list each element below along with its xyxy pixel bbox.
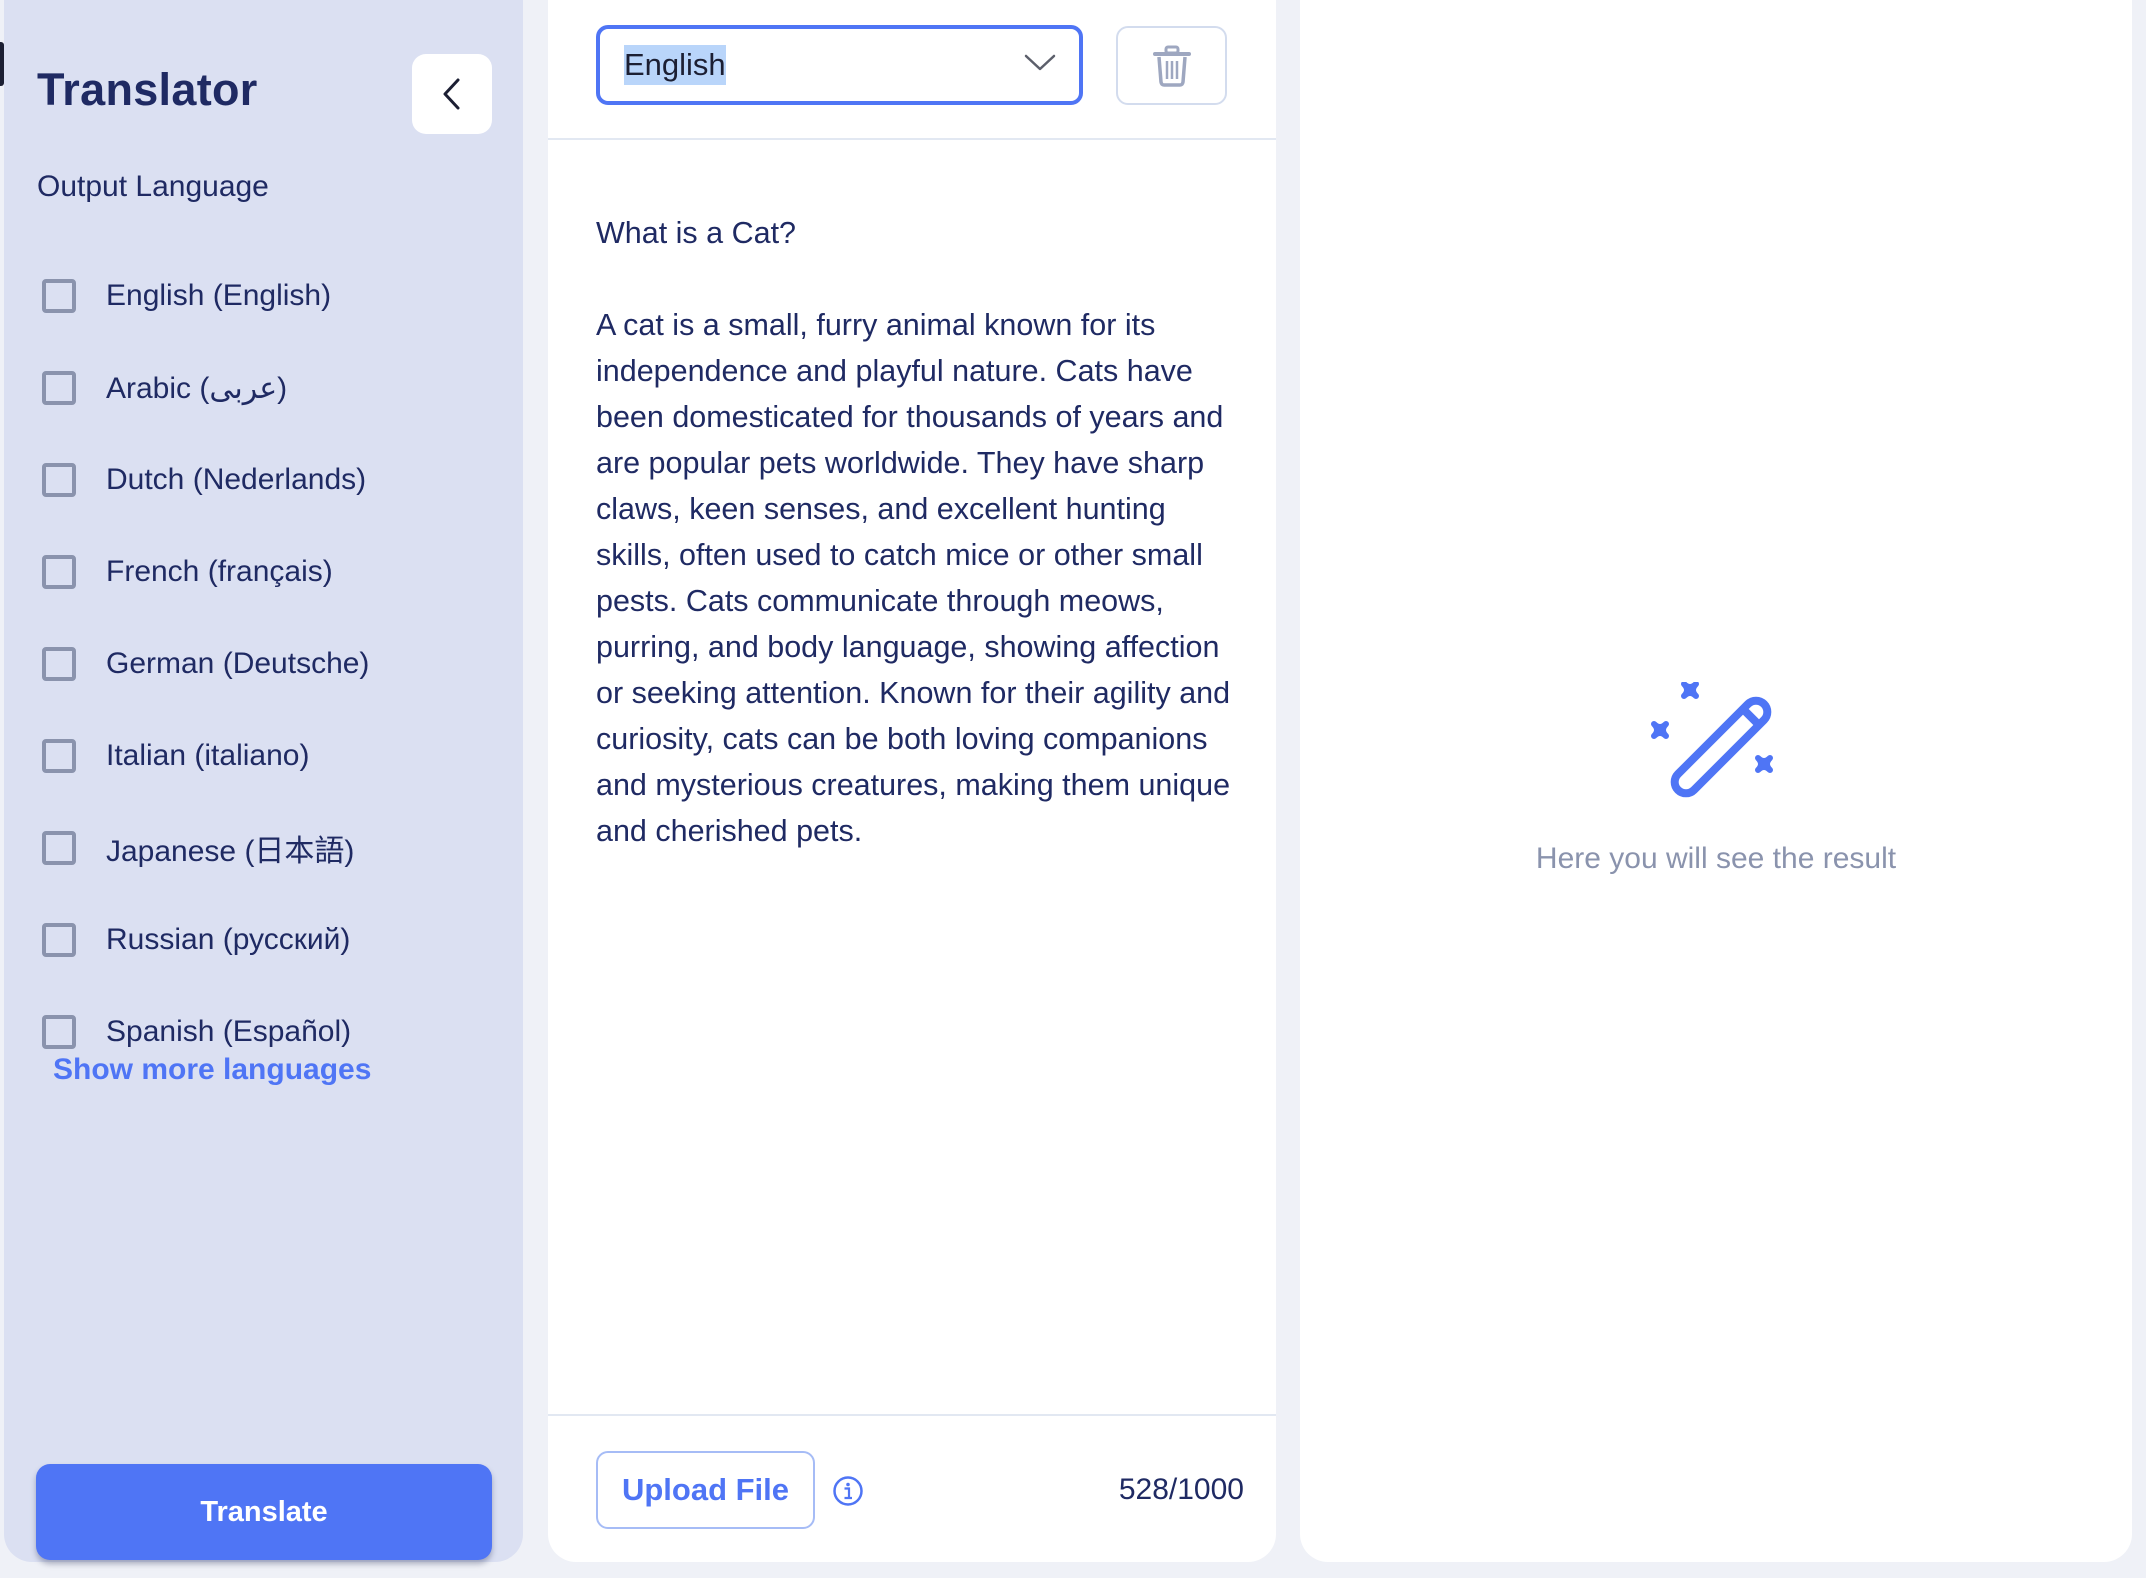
input-panel: English What is a Cat? A cat is a small,… (548, 0, 1276, 1562)
language-option-german[interactable]: German (Deutsche) (42, 618, 369, 710)
output-language-label: Output Language (37, 170, 269, 203)
language-option-japanese[interactable]: Japanese (日本語) (42, 802, 369, 894)
app-title: Translator (37, 64, 258, 115)
language-label: French (français) (106, 555, 333, 588)
language-label: Japanese (日本語) (106, 835, 355, 868)
collapse-sidebar-button[interactable] (412, 54, 492, 134)
result-panel: Here you will see the result (1300, 0, 2132, 1562)
language-label: Italian (italiano) (106, 739, 310, 772)
chevron-down-icon (1024, 54, 1056, 71)
upload-file-button[interactable]: Upload File (596, 1451, 815, 1529)
character-count: 528/1000 (1118, 1473, 1244, 1506)
result-placeholder: Here you will see the result (1535, 842, 1897, 875)
magic-wand-icon (1651, 682, 1773, 798)
selected-language: English (624, 45, 726, 85)
language-label: English (English) (106, 279, 332, 312)
info-icon[interactable] (832, 1475, 864, 1507)
language-label: Arabic (عربى) (106, 371, 288, 405)
checkbox[interactable] (42, 463, 76, 497)
checkbox[interactable] (42, 647, 76, 681)
language-option-arabic[interactable]: Arabic (عربى) (42, 342, 369, 434)
language-label: Russian (русский) (106, 923, 351, 956)
trash-icon (1152, 45, 1191, 87)
translate-button[interactable]: Translate (36, 1464, 492, 1560)
chevron-left-icon (443, 78, 460, 110)
clear-text-button[interactable] (1116, 26, 1227, 105)
language-option-italian[interactable]: Italian (italiano) (42, 710, 369, 802)
language-list: English (English) Arabic (عربى) Dutch (N… (42, 250, 369, 1078)
checkbox[interactable] (42, 739, 76, 773)
checkbox[interactable] (42, 1015, 76, 1049)
checkbox[interactable] (42, 831, 76, 865)
checkbox[interactable] (42, 555, 76, 589)
language-option-russian[interactable]: Russian (русский) (42, 894, 369, 986)
language-option-english[interactable]: English (English) (42, 250, 369, 342)
header-divider (548, 138, 1276, 140)
source-language-select[interactable]: English (596, 25, 1083, 105)
language-label: German (Deutsche) (106, 647, 370, 680)
checkbox[interactable] (42, 279, 76, 313)
language-option-dutch[interactable]: Dutch (Nederlands) (42, 434, 369, 526)
show-more-languages-link[interactable]: Show more languages (53, 1053, 371, 1087)
source-text-input[interactable]: What is a Cat? A cat is a small, furry a… (596, 210, 1236, 854)
sidebar: Translator Output Language English (Engl… (4, 0, 523, 1562)
language-option-french[interactable]: French (français) (42, 526, 369, 618)
language-label: Dutch (Nederlands) (106, 463, 367, 496)
footer-divider (548, 1414, 1276, 1416)
checkbox[interactable] (42, 371, 76, 405)
checkbox[interactable] (42, 923, 76, 957)
language-label: Spanish (Español) (106, 1015, 352, 1048)
